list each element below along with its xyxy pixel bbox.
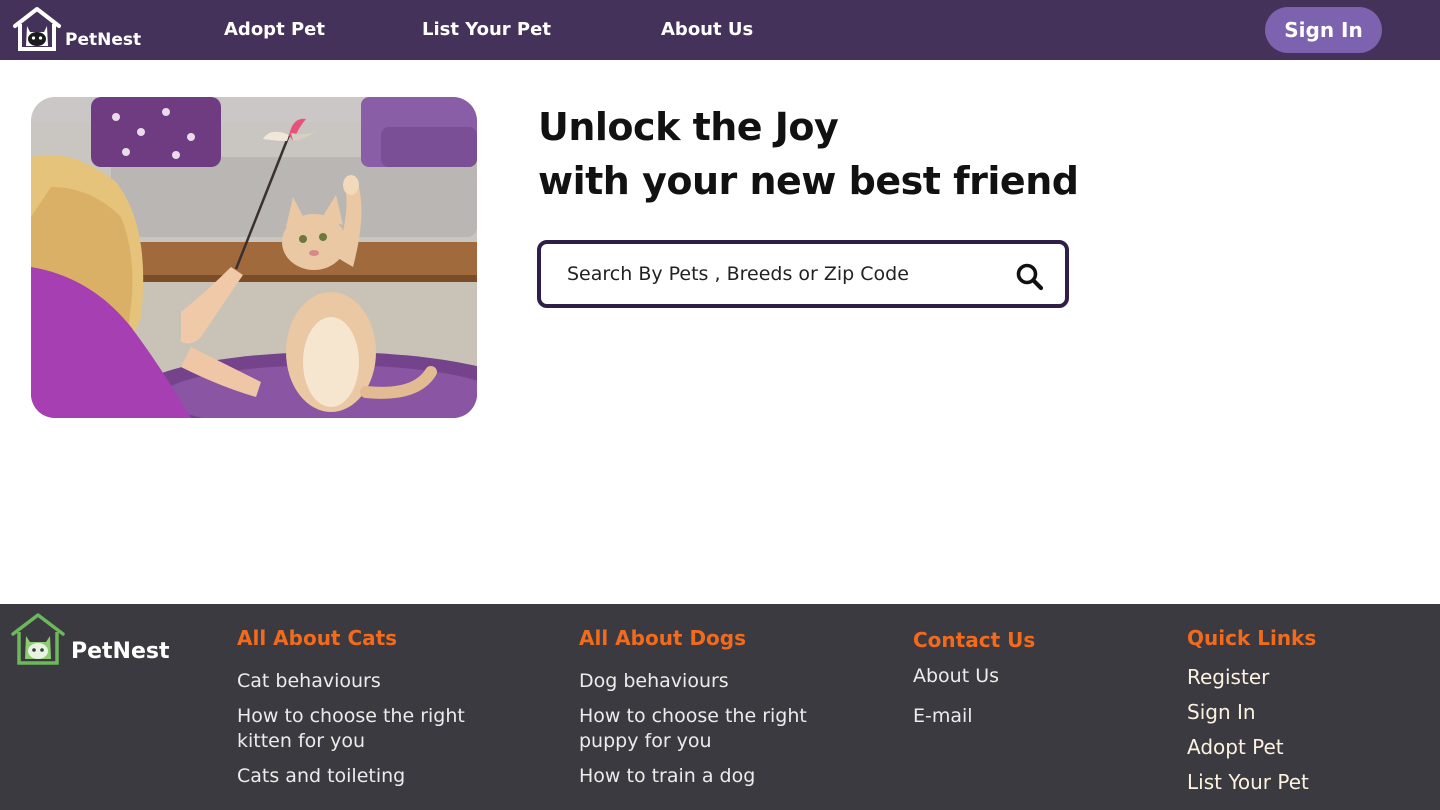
house-cat-logo-icon <box>13 7 61 51</box>
hero-title-line-1: Unlock the Joy <box>538 105 839 149</box>
brand-name: PetNest <box>65 30 142 50</box>
footer-link-cats-toileting[interactable]: Cats and toileting <box>237 764 537 789</box>
sign-in-button[interactable]: Sign In <box>1265 7 1382 53</box>
footer-heading-cats: All About Cats <box>237 626 398 650</box>
footer-column-quick-links: Quick Links Register Sign In Adopt Pet L… <box>1187 626 1417 795</box>
nav-about-us[interactable]: About Us <box>661 19 753 40</box>
nav-list-your-pet[interactable]: List Your Pet <box>422 19 551 40</box>
footer-link-adopt-pet[interactable]: Adopt Pet <box>1187 735 1417 760</box>
site-footer: PetNest All About Cats Cat behaviours Ho… <box>0 604 1440 810</box>
footer-brand-name: PetNest <box>71 639 170 664</box>
girl-playing-with-cat-image <box>31 97 477 418</box>
footer-heading-contact: Contact Us <box>913 628 1036 652</box>
footer-link-about-us[interactable]: About Us <box>913 664 1133 689</box>
footer-column-cats: All About Cats Cat behaviours How to cho… <box>237 626 537 789</box>
footer-column-contact: Contact Us About Us E-mail <box>913 628 1133 729</box>
footer-heading-dogs: All About Dogs <box>579 626 747 650</box>
footer-column-dogs: All About Dogs Dog behaviours How to cho… <box>579 626 879 789</box>
footer-link-email[interactable]: E-mail <box>913 704 1133 729</box>
footer-link-choose-puppy[interactable]: How to choose the right puppy for you <box>579 704 849 754</box>
brand-logo[interactable]: PetNest <box>12 6 141 52</box>
footer-link-list-your-pet[interactable]: List Your Pet <box>1187 770 1417 795</box>
footer-heading-quick-links: Quick Links <box>1187 626 1317 650</box>
footer-brand-logo[interactable]: PetNest <box>10 612 170 666</box>
footer-link-choose-kitten[interactable]: How to choose the right kitten for you <box>237 704 507 754</box>
top-nav-bar: PetNest Adopt Pet List Your Pet About Us… <box>0 0 1440 60</box>
hero-image <box>31 97 477 418</box>
footer-link-train-dog[interactable]: How to train a dog <box>579 764 879 789</box>
footer-link-dog-behaviours[interactable]: Dog behaviours <box>579 669 879 694</box>
search-box <box>537 240 1069 308</box>
footer-link-sign-in[interactable]: Sign In <box>1187 700 1417 725</box>
search-icon[interactable] <box>1015 262 1045 292</box>
search-input[interactable] <box>567 258 997 290</box>
hero-title: Unlock the Joy with your new best friend <box>538 100 1079 208</box>
hero-title-line-2: with your new best friend <box>538 159 1079 203</box>
house-cat-logo-icon <box>11 613 65 665</box>
nav-adopt-pet[interactable]: Adopt Pet <box>224 19 325 40</box>
footer-link-register[interactable]: Register <box>1187 665 1417 690</box>
footer-link-cat-behaviours[interactable]: Cat behaviours <box>237 669 537 694</box>
